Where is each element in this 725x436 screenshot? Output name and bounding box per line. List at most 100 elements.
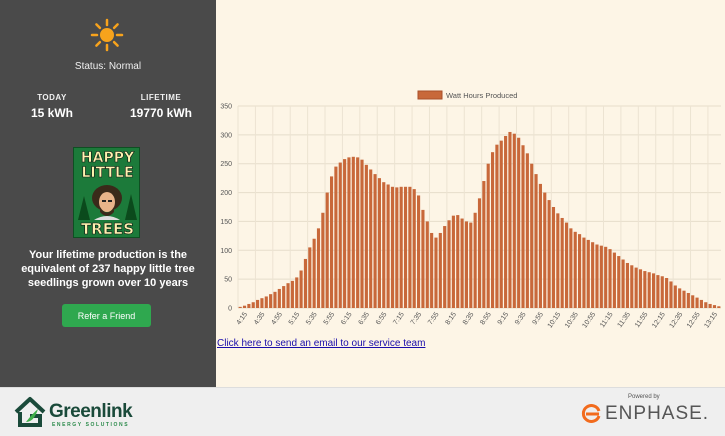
bar-7:20[interactable] (403, 186, 408, 308)
bar-8:30[interactable] (464, 221, 469, 308)
bar-11:10[interactable] (604, 246, 608, 308)
bar-6:50[interactable] (377, 178, 381, 308)
bar-11:55[interactable] (643, 271, 647, 308)
bar-8:50[interactable] (482, 181, 486, 308)
bar-10:10[interactable] (551, 207, 556, 308)
bar-4:25[interactable] (251, 302, 255, 308)
bar-6:35[interactable] (364, 164, 368, 308)
bar-8:35[interactable] (469, 222, 473, 308)
bar-5:45[interactable] (321, 212, 325, 308)
bar-6:25[interactable] (356, 157, 360, 308)
bar-4:40[interactable] (264, 296, 268, 308)
bar-7:45[interactable] (425, 221, 429, 308)
bar-8:45[interactable] (477, 198, 482, 308)
bar-10:55[interactable] (591, 242, 595, 308)
bar-5:05[interactable] (286, 283, 290, 308)
chart-legend[interactable]: Watt Hours Produced (417, 90, 517, 100)
bar-12:55[interactable] (695, 297, 699, 308)
bar-9:40[interactable] (525, 153, 529, 308)
bar-12:40[interactable] (682, 290, 686, 308)
bar-4:35[interactable] (260, 298, 264, 308)
bar-10:50[interactable] (586, 239, 590, 308)
bar-5:35[interactable] (312, 238, 316, 308)
bar-13:15[interactable] (712, 305, 717, 308)
bar-11:50[interactable] (638, 269, 643, 308)
bar-6:10[interactable] (343, 159, 347, 308)
bar-8:20[interactable] (456, 215, 460, 308)
bar-5:00[interactable] (282, 286, 286, 308)
bar-5:55[interactable] (329, 176, 334, 308)
bar-4:15[interactable] (242, 305, 247, 308)
bar-4:55[interactable] (277, 288, 281, 308)
bar-9:30[interactable] (517, 137, 521, 308)
bar-10:45[interactable] (582, 237, 586, 308)
bar-5:40[interactable] (316, 228, 321, 308)
bar-5:20[interactable] (299, 270, 303, 308)
bar-4:30[interactable] (256, 299, 260, 308)
bar-11:25[interactable] (617, 256, 621, 308)
bar-12:30[interactable] (673, 285, 677, 308)
bar-12:15[interactable] (660, 276, 664, 308)
bar-4:20[interactable] (247, 303, 251, 308)
bar-10:35[interactable] (573, 231, 577, 308)
bar-11:45[interactable] (634, 267, 638, 308)
bar-8:00[interactable] (438, 232, 442, 308)
bar-5:30[interactable] (308, 247, 312, 308)
bar-13:00[interactable] (699, 299, 703, 308)
bar-10:20[interactable] (560, 217, 564, 308)
bar-7:15[interactable] (399, 186, 403, 308)
bar-13:10[interactable] (708, 303, 712, 308)
bar-9:15[interactable] (504, 136, 508, 308)
bar-12:20[interactable] (665, 277, 669, 308)
bar-7:55[interactable] (434, 237, 438, 308)
bar-11:35[interactable] (625, 262, 630, 308)
bar-8:40[interactable] (473, 212, 477, 308)
bar-9:20[interactable] (508, 131, 512, 308)
bar-5:15[interactable] (295, 277, 299, 308)
bar-6:45[interactable] (373, 174, 377, 308)
refer-a-friend-button[interactable]: Refer a Friend (62, 304, 151, 327)
bar-6:55[interactable] (382, 182, 386, 308)
bar-7:25[interactable] (408, 186, 412, 308)
bar-5:25[interactable] (303, 258, 308, 308)
bar-12:00[interactable] (647, 272, 651, 308)
bar-6:15[interactable] (347, 157, 351, 308)
bar-7:10[interactable] (395, 187, 399, 308)
bar-7:35[interactable] (417, 195, 421, 308)
bar-10:40[interactable] (578, 234, 582, 308)
bar-6:20[interactable] (351, 156, 355, 308)
bar-4:50[interactable] (273, 291, 277, 308)
bar-11:15[interactable] (608, 249, 612, 308)
bar-7:00[interactable] (386, 184, 390, 308)
bar-12:05[interactable] (651, 273, 656, 308)
bar-13:20[interactable] (717, 306, 721, 308)
email-service-link[interactable]: Click here to send an email to our servi… (217, 338, 425, 349)
bar-8:15[interactable] (451, 215, 455, 308)
bar-9:05[interactable] (495, 144, 499, 308)
bar-9:35[interactable] (521, 145, 525, 308)
bar-11:20[interactable] (612, 252, 616, 308)
bar-9:50[interactable] (534, 174, 538, 308)
bar-10:15[interactable] (556, 213, 560, 308)
bar-7:05[interactable] (390, 186, 395, 308)
bar-13:05[interactable] (704, 302, 708, 308)
bar-12:45[interactable] (686, 292, 690, 308)
bar-8:55[interactable] (486, 163, 490, 308)
bar-10:30[interactable] (569, 228, 573, 308)
bar-10:00[interactable] (543, 192, 547, 308)
bar-6:30[interactable] (360, 159, 364, 308)
bar-8:10[interactable] (447, 220, 451, 308)
bar-5:10[interactable] (290, 280, 294, 308)
bar-12:25[interactable] (669, 281, 673, 308)
bar-11:40[interactable] (630, 265, 634, 308)
bar-8:05[interactable] (443, 226, 447, 308)
bar-6:00[interactable] (334, 166, 338, 308)
bar-12:35[interactable] (678, 288, 682, 308)
bar-9:25[interactable] (512, 133, 516, 308)
bar-4:10[interactable] (238, 306, 242, 308)
bar-5:50[interactable] (325, 192, 329, 308)
bar-11:05[interactable] (599, 245, 603, 308)
bar-10:25[interactable] (564, 222, 569, 308)
bar-4:45[interactable] (269, 294, 273, 308)
bar-12:50[interactable] (691, 295, 695, 308)
